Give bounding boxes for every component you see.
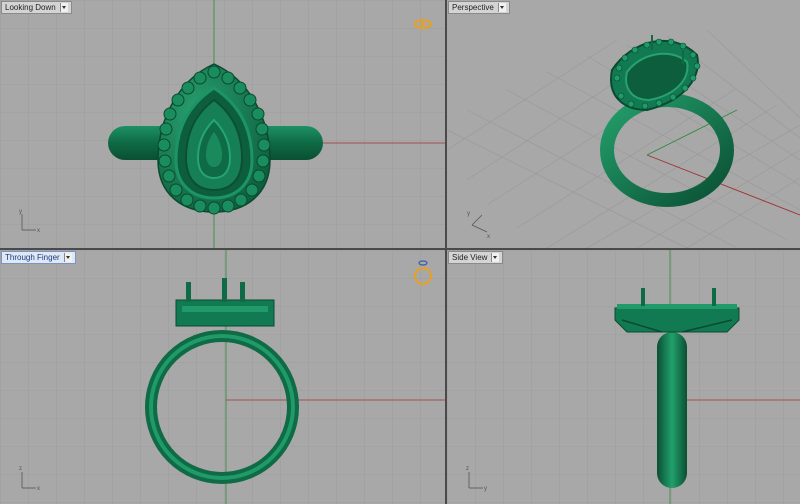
viewport-title-text: Looking Down	[5, 3, 56, 12]
axis-indicator: y x	[467, 211, 490, 240]
axis-y-label: y	[19, 209, 22, 215]
ring-model[interactable]	[600, 35, 734, 207]
viewport-title[interactable]: Perspective	[448, 1, 510, 14]
viewport-looking-down[interactable]: y x Looking Down	[0, 0, 445, 248]
axis-x-label: x	[37, 228, 40, 234]
axis-x-label: x	[37, 486, 40, 492]
viewport-perspective[interactable]: y x Perspective	[447, 0, 800, 248]
viewport-side-view[interactable]: z y Side View	[447, 250, 800, 504]
axis-y-label: y	[467, 211, 470, 217]
dropdown-icon[interactable]	[491, 253, 500, 262]
viewport-title[interactable]: Side View	[448, 251, 504, 264]
viewport-canvas[interactable]: y x	[447, 0, 800, 248]
viewport-title[interactable]: Looking Down	[1, 1, 72, 14]
axis-z-label: z	[466, 466, 469, 472]
dropdown-icon[interactable]	[59, 3, 68, 12]
viewport-through-finger[interactable]: z x Through Finger	[0, 250, 445, 504]
viewport-title-text: Side View	[452, 253, 488, 262]
viewport-canvas[interactable]: y x	[0, 0, 445, 248]
viewport-title-text: Through Finger	[5, 253, 60, 262]
viewport-title-text: Perspective	[452, 3, 494, 12]
dropdown-icon[interactable]	[63, 253, 72, 262]
axis-z-label: z	[19, 466, 22, 472]
viewport-canvas[interactable]: z x	[0, 250, 445, 504]
axis-x-label: x	[487, 234, 490, 240]
viewport-title[interactable]: Through Finger	[1, 251, 76, 264]
axis-y-label: y	[484, 486, 487, 492]
dropdown-icon[interactable]	[497, 3, 506, 12]
viewport-canvas[interactable]: z y	[447, 250, 800, 504]
